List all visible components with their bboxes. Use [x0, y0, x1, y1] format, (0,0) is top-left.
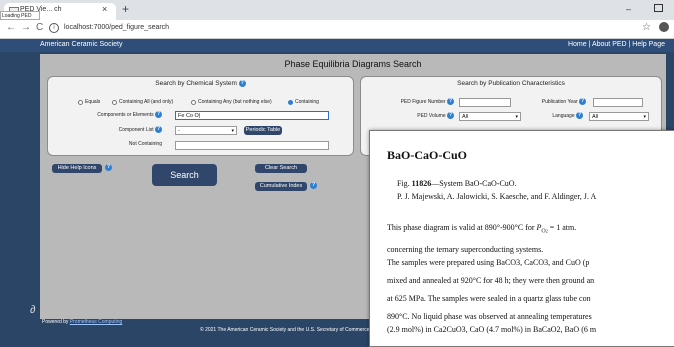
document-text-line: at 625 MPa. The samples were sealed in a… [387, 294, 591, 303]
cumulative-index-button[interactable]: Cumulative Index [255, 182, 307, 191]
help-icon[interactable]: ? [238, 80, 246, 87]
powered-by: Powered by Prometheus Computing [42, 319, 123, 325]
help-icon[interactable]: ? [105, 164, 112, 171]
not-containing-input[interactable] [175, 141, 329, 150]
radio-containing-all[interactable]: Containing All (and only) [112, 99, 173, 105]
figure-caption: Fig. 11826—System BaO-CaO-CuO. [397, 179, 517, 188]
help-icon[interactable]: ? [447, 98, 454, 105]
new-tab-icon[interactable]: + [122, 2, 129, 16]
hide-help-icons-button[interactable]: Hide Help Icons [52, 164, 102, 173]
chemical-search-title: Search by Chemical System ? [155, 80, 246, 88]
radio-button-selected[interactable] [288, 99, 293, 105]
search-button[interactable]: Search [152, 164, 217, 186]
browser-tab-bar: PED Vie... ch × + Loading PED Viewer... … [0, 0, 674, 27]
browser-toolbar: ← → C i localhost:7000/ped_figure_search… [0, 20, 674, 39]
figure-authors: P. J. Majewski, A. Jalowicki, S. Kaesche… [397, 192, 597, 201]
help-icon[interactable]: ? [155, 111, 162, 118]
radio-button[interactable] [112, 99, 117, 105]
publication-year-input[interactable] [593, 98, 643, 107]
clear-search-button[interactable]: Clear Search [255, 164, 307, 173]
ped-volume-select[interactable]: All ▾ [459, 112, 521, 121]
document-text-line: The samples were prepared using BaCO3, C… [387, 258, 590, 267]
language-label: Language ? [552, 112, 583, 119]
tab-tooltip: Loading PED Viewer... [0, 11, 40, 27]
help-icon[interactable]: ? [310, 182, 317, 189]
components-label: Components or Elements ? [97, 111, 162, 118]
publication-year-label: Publication Year ? [541, 98, 586, 105]
help-icon[interactable]: ? [447, 112, 454, 119]
figure-number-input[interactable] [459, 98, 511, 107]
publication-search-title: Search by Publication Characteristics [457, 80, 565, 87]
document-title: BaO-CaO-CuO [387, 148, 468, 162]
document-text-line: mixed and annealed at 920°C for 48 h; th… [387, 276, 595, 285]
document-text-line: concerning the ternary superconducting s… [387, 245, 544, 254]
back-icon[interactable]: ← [6, 22, 16, 33]
radio-containing[interactable]: Containing [288, 99, 319, 105]
bookmark-star-icon[interactable]: ☆ [642, 22, 651, 33]
chevron-down-icon: ▾ [643, 114, 646, 120]
minimize-icon[interactable]: – [626, 4, 631, 14]
address-bar[interactable]: localhost:7000/ped_figure_search [64, 24, 169, 31]
document-text-line: (2.9 mol%) in Ca2CuO3, CaO (4.7 mol%) in… [387, 325, 597, 334]
copyright-text: © 2021 The American Ceramic Society and … [200, 327, 370, 333]
site-brand[interactable]: American Ceramic Society [40, 41, 122, 48]
header-links[interactable]: Home | About PED | Help Page [568, 41, 665, 48]
document-text-line: 890°C. No liquid phase was observed at a… [387, 312, 592, 321]
chemical-search-panel: Search by Chemical System ? Equals Conta… [47, 76, 354, 156]
components-input[interactable]: Fe Co O| [175, 111, 329, 120]
site-header: American Ceramic Society Home | About PE… [0, 39, 674, 52]
help-icon[interactable]: ? [579, 98, 586, 105]
radio-equals[interactable]: Equals [78, 99, 100, 105]
ped-volume-label: PED Volume ? [417, 112, 454, 119]
periodic-table-button[interactable]: Periodic Table [244, 126, 282, 135]
acers-logo-icon: ∂ [30, 304, 36, 316]
not-containing-label: Not Containing [128, 141, 162, 147]
chevron-down-icon: ▾ [231, 128, 234, 134]
chevron-down-icon: ▾ [515, 114, 518, 120]
component-list-select[interactable]: - ▾ [175, 126, 237, 135]
site-info-icon[interactable]: i [49, 23, 59, 33]
validity-statement: This phase diagram is valid at 890°-900°… [387, 223, 577, 235]
language-select[interactable]: All ▾ [589, 112, 649, 121]
reload-icon[interactable]: C [36, 22, 43, 33]
page-title: Phase Equilibria Diagrams Search [284, 59, 422, 69]
maximize-icon[interactable] [654, 4, 663, 12]
prometheus-link[interactable]: Prometheus Computing [70, 319, 123, 325]
close-tab-icon[interactable]: × [102, 4, 107, 14]
figure-document-window: BaO-CaO-CuO Fig. 11826—System BaO-CaO-Cu… [369, 130, 674, 347]
radio-button[interactable] [191, 99, 196, 105]
help-icon[interactable]: ? [155, 126, 162, 133]
figure-number-label: PED Figure Number ? [400, 98, 454, 105]
forward-icon[interactable]: → [21, 22, 31, 33]
profile-avatar-icon[interactable] [659, 22, 669, 32]
radio-button[interactable] [78, 99, 83, 105]
help-icon[interactable]: ? [576, 112, 583, 119]
radio-containing-any[interactable]: Containing Any (but nothing else) [191, 99, 272, 105]
component-list-label: Component List ? [118, 126, 162, 133]
